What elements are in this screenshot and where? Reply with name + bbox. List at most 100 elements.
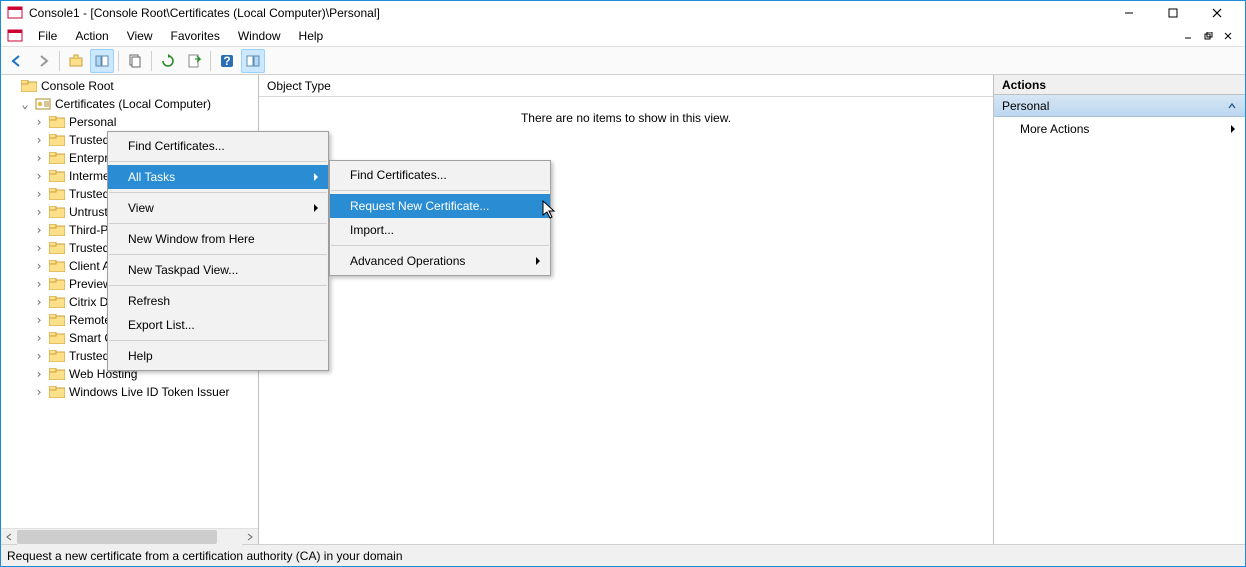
show-hide-tree-button[interactable] (90, 49, 114, 73)
menu-file[interactable]: File (29, 27, 66, 45)
menu-window[interactable]: Window (229, 27, 290, 45)
disclosure-closed-icon[interactable]: › (33, 169, 45, 183)
disclosure-closed-icon[interactable]: › (33, 241, 45, 255)
column-header[interactable]: Object Type (259, 75, 993, 97)
disclosure-closed-icon[interactable]: › (33, 313, 45, 327)
ctx-new-taskpad[interactable]: New Taskpad View... (108, 258, 328, 282)
ctx-view[interactable]: View (108, 196, 328, 220)
empty-message: There are no items to show in this view. (521, 111, 731, 544)
window-title: Console1 - [Console Root\Certificates (L… (29, 6, 1107, 20)
actions-pane: Actions Personal More Actions (994, 75, 1245, 544)
close-button[interactable] (1195, 2, 1239, 24)
show-hide-action-pane-button[interactable] (241, 49, 265, 73)
tree-item[interactable]: ›Personal (5, 113, 258, 131)
folder-icon (49, 170, 65, 182)
actions-category[interactable]: Personal (994, 95, 1245, 117)
mdi-close-button[interactable] (1219, 28, 1237, 44)
mdi-restore-button[interactable] (1199, 28, 1217, 44)
tree-label: Enterpr (69, 151, 108, 165)
tree-label: Trusted (69, 241, 109, 255)
disclosure-closed-icon[interactable]: › (33, 385, 45, 399)
disclosure-closed-icon[interactable]: › (33, 115, 45, 129)
folder-icon (49, 386, 65, 398)
ctx-new-window[interactable]: New Window from Here (108, 227, 328, 251)
ctx-sub-find-certificates[interactable]: Find Certificates... (330, 163, 550, 187)
ctx-help[interactable]: Help (108, 344, 328, 368)
disclosure-closed-icon[interactable]: › (33, 277, 45, 291)
nav-forward-button[interactable] (31, 49, 55, 73)
mdi-minimize-button[interactable] (1179, 28, 1197, 44)
ctx-separator (109, 192, 327, 193)
folder-icon (49, 134, 65, 146)
context-menu: Find Certificates... All Tasks View New … (107, 131, 329, 371)
help-button[interactable]: ? (215, 49, 239, 73)
tree-label: Citrix D (69, 295, 108, 309)
ctx-sub-request-new-certificate[interactable]: Request New Certificate... (330, 194, 550, 218)
mmc-app-icon (7, 5, 23, 21)
disclosure-closed-icon[interactable]: › (33, 151, 45, 165)
submenu-arrow-icon (312, 203, 320, 213)
ctx-label: Export List... (128, 318, 195, 332)
mmc-window: Console1 - [Console Root\Certificates (L… (0, 0, 1246, 567)
folder-icon (49, 116, 65, 128)
menu-action[interactable]: Action (66, 27, 117, 45)
disclosure-closed-icon[interactable]: › (33, 133, 45, 147)
submenu-arrow-icon (1229, 124, 1237, 134)
scroll-thumb[interactable] (17, 530, 217, 544)
menubar: File Action View Favorites Window Help (1, 25, 1245, 47)
ctx-sub-import[interactable]: Import... (330, 218, 550, 242)
scroll-left-button[interactable] (1, 529, 17, 545)
ctx-separator (109, 285, 327, 286)
disclosure-closed-icon[interactable]: › (33, 223, 45, 237)
disclosure-closed-icon[interactable]: › (33, 295, 45, 309)
ctx-find-certificates[interactable]: Find Certificates... (108, 134, 328, 158)
actions-header: Actions (994, 75, 1245, 95)
ctx-all-tasks[interactable]: All Tasks (108, 165, 328, 189)
ctx-separator (331, 190, 549, 191)
ctx-label: Refresh (128, 294, 170, 308)
tree-label: Trusted (69, 187, 109, 201)
refresh-button[interactable] (156, 49, 180, 73)
tree-item[interactable]: › Windows Live ID Token Issuer (5, 383, 258, 401)
tree-label: Third-P (69, 223, 108, 237)
disclosure-closed-icon[interactable]: › (33, 187, 45, 201)
scroll-track[interactable] (17, 529, 242, 545)
menu-view[interactable]: View (118, 27, 162, 45)
disclosure-closed-icon[interactable]: › (33, 259, 45, 273)
ctx-separator (109, 161, 327, 162)
disclosure-closed-icon[interactable]: › (33, 367, 45, 381)
tree-root[interactable]: Console Root (5, 77, 258, 95)
folder-icon (49, 260, 65, 272)
ctx-label: Help (128, 349, 153, 363)
nav-back-button[interactable] (5, 49, 29, 73)
maximize-button[interactable] (1151, 2, 1195, 24)
folder-icon (49, 224, 65, 236)
tree-label: Console Root (41, 79, 114, 93)
scroll-right-button[interactable] (242, 529, 258, 545)
menu-favorites[interactable]: Favorites (162, 27, 229, 45)
toolbar-sep (151, 51, 152, 71)
folder-icon (49, 242, 65, 254)
ctx-refresh[interactable]: Refresh (108, 289, 328, 313)
ctx-sub-advanced-operations[interactable]: Advanced Operations (330, 249, 550, 273)
up-button[interactable] (64, 49, 88, 73)
tree-label: Windows Live ID Token Issuer (69, 385, 230, 399)
copy-button[interactable] (123, 49, 147, 73)
menu-help[interactable]: Help (290, 27, 333, 45)
disclosure-open-icon[interactable]: ⌄ (19, 97, 31, 111)
ctx-export-list[interactable]: Export List... (108, 313, 328, 337)
tree-certs[interactable]: ⌄ Certificates (Local Computer) (5, 95, 258, 113)
actions-more[interactable]: More Actions (994, 117, 1245, 141)
ctx-label: Find Certificates... (128, 139, 225, 153)
minimize-button[interactable] (1107, 2, 1151, 24)
certificate-store-icon (35, 98, 51, 110)
disclosure-closed-icon[interactable]: › (33, 349, 45, 363)
ctx-separator (109, 254, 327, 255)
disclosure-closed-icon[interactable]: › (33, 205, 45, 219)
ctx-label: Find Certificates... (350, 168, 447, 182)
export-list-button[interactable] (182, 49, 206, 73)
ctx-label: Request New Certificate... (350, 199, 489, 213)
disclosure-closed-icon[interactable]: › (33, 331, 45, 345)
svg-text:?: ? (223, 54, 230, 68)
tree-hscrollbar[interactable] (1, 528, 258, 544)
